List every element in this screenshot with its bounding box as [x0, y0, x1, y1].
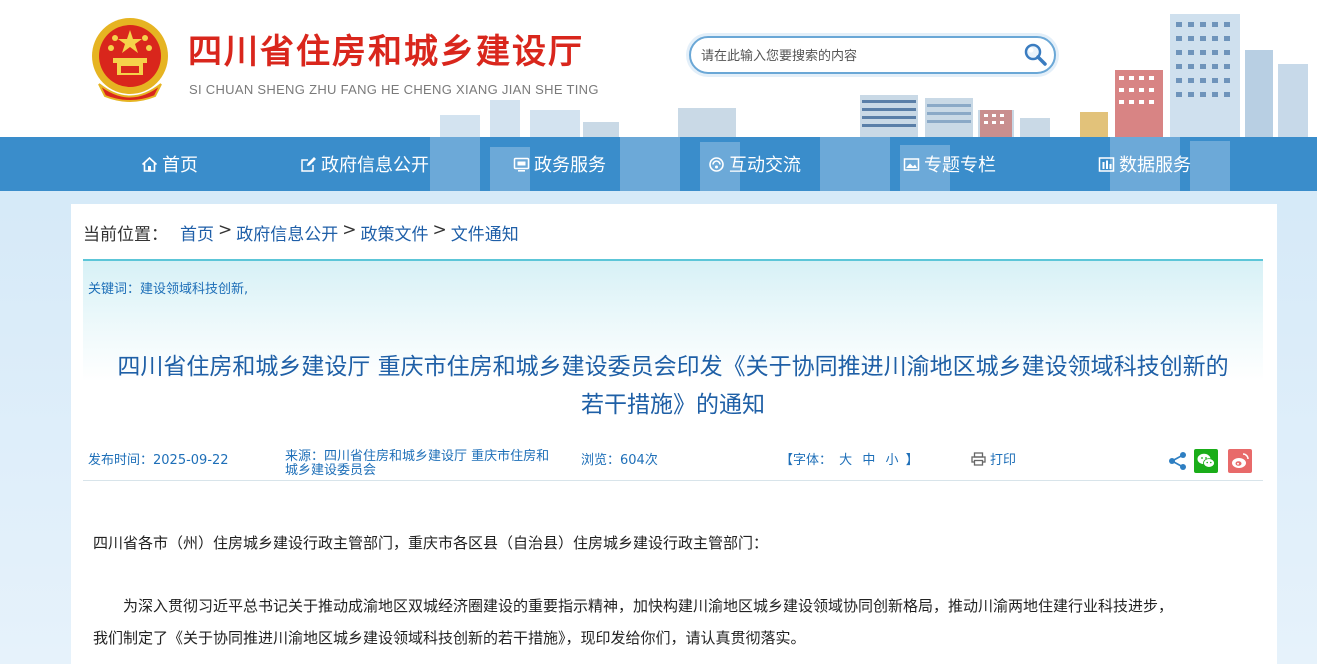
breadcrumb-separator: >	[432, 220, 447, 240]
view-count: 浏览：604次	[581, 453, 658, 468]
nav-item-label: 专题专栏	[924, 155, 996, 176]
nav-item-data-service[interactable]: 数据服务	[1098, 137, 1191, 191]
font-size-medium-button[interactable]: 中	[862, 453, 875, 468]
body-paragraph-line: 我们制定了《关于协同推进川渝地区城乡建设领域科技创新的若干措施》，现印发给你们，…	[93, 629, 806, 647]
article-source: 来源：四川省住房和城乡建设厅 重庆市住房和 城乡建设委员会	[285, 450, 549, 478]
publish-time: 发布时间：2025-09-22	[88, 453, 229, 468]
main-nav: 首页 政府信息公开 政务服务 互动交流 专题专栏 数据服务	[0, 137, 1317, 191]
nav-item-label: 互动交流	[729, 155, 801, 176]
home-icon	[141, 156, 158, 172]
breadcrumb-notices[interactable]: 文件通知	[451, 220, 519, 245]
article-keywords[interactable]: 关键词：建设领域科技创新,	[88, 278, 248, 297]
edit-icon	[301, 156, 316, 172]
breadcrumb-home[interactable]: 首页	[180, 220, 214, 245]
body-paragraph-salutation: 四川省各市（州）住房城乡建设行政主管部门，重庆市各区县（自治县）住房城乡建设行政…	[93, 534, 769, 552]
breadcrumb-gov-info[interactable]: 政府信息公开	[236, 220, 338, 245]
wechat-share-icon[interactable]	[1194, 449, 1218, 473]
nav-item-label: 首页	[162, 155, 198, 176]
breadcrumb-prefix: 当前位置：	[83, 225, 168, 245]
nav-item-label: 政府信息公开	[321, 155, 429, 176]
nav-item-gov-service[interactable]: 政务服务	[513, 137, 606, 191]
source-line: 城乡建设委员会	[285, 463, 377, 478]
national-emblem-icon[interactable]	[89, 14, 171, 104]
print-button[interactable]: 打印	[971, 449, 1016, 468]
breadcrumb-policy-docs[interactable]: 政策文件	[361, 220, 429, 245]
interact-icon	[709, 156, 724, 172]
body-paragraph-line: 为深入贯彻习近平总书记关于推动成渝地区双城经济圈建设的重要指示精神，加快构建川渝…	[123, 597, 1174, 615]
nav-item-gov-info[interactable]: 政府信息公开	[300, 137, 429, 191]
breadcrumb-separator: >	[342, 220, 357, 240]
monitor-icon	[513, 157, 530, 172]
article-title: 四川省住房和城乡建设厅 重庆市住房和城乡建设委员会印发《关于协同推进川渝地区城乡…	[83, 348, 1263, 424]
printer-icon	[971, 451, 986, 466]
article-title-line: 四川省住房和城乡建设厅 重庆市住房和城乡建设委员会印发《关于协同推进川渝地区城乡…	[117, 354, 1229, 380]
breadcrumb: 当前位置： 首页 > 政府信息公开 > 政策文件 > 文件通知	[83, 220, 519, 245]
font-size-large-button[interactable]: 大	[839, 453, 852, 468]
font-size-label-close: 】	[905, 453, 919, 468]
image-icon	[903, 157, 920, 171]
city-skyline-image	[440, 14, 1308, 137]
site-header: 四川省住房和城乡建设厅 SI CHUAN SHENG ZHU FANG HE C…	[0, 0, 1317, 137]
font-size-small-button[interactable]: 小	[885, 453, 898, 468]
font-size-label-open: 【字体：	[780, 453, 833, 468]
nav-item-special-topics[interactable]: 专题专栏	[903, 137, 996, 191]
nav-item-label: 数据服务	[1119, 155, 1191, 176]
font-size-switcher: 【字体： 大 中 小 】	[780, 449, 919, 468]
nav-item-home[interactable]: 首页	[141, 137, 198, 191]
breadcrumb-separator: >	[218, 220, 233, 240]
weibo-share-icon[interactable]	[1228, 449, 1252, 473]
nav-item-interaction[interactable]: 互动交流	[708, 137, 801, 191]
nav-item-label: 政务服务	[534, 155, 606, 176]
source-line: 来源：四川省住房和城乡建设厅 重庆市住房和	[285, 449, 550, 464]
article-title-line: 若干措施》的通知	[581, 392, 765, 418]
data-icon	[1098, 156, 1115, 172]
print-label: 打印	[990, 453, 1017, 468]
share-icon[interactable]	[1166, 449, 1190, 473]
